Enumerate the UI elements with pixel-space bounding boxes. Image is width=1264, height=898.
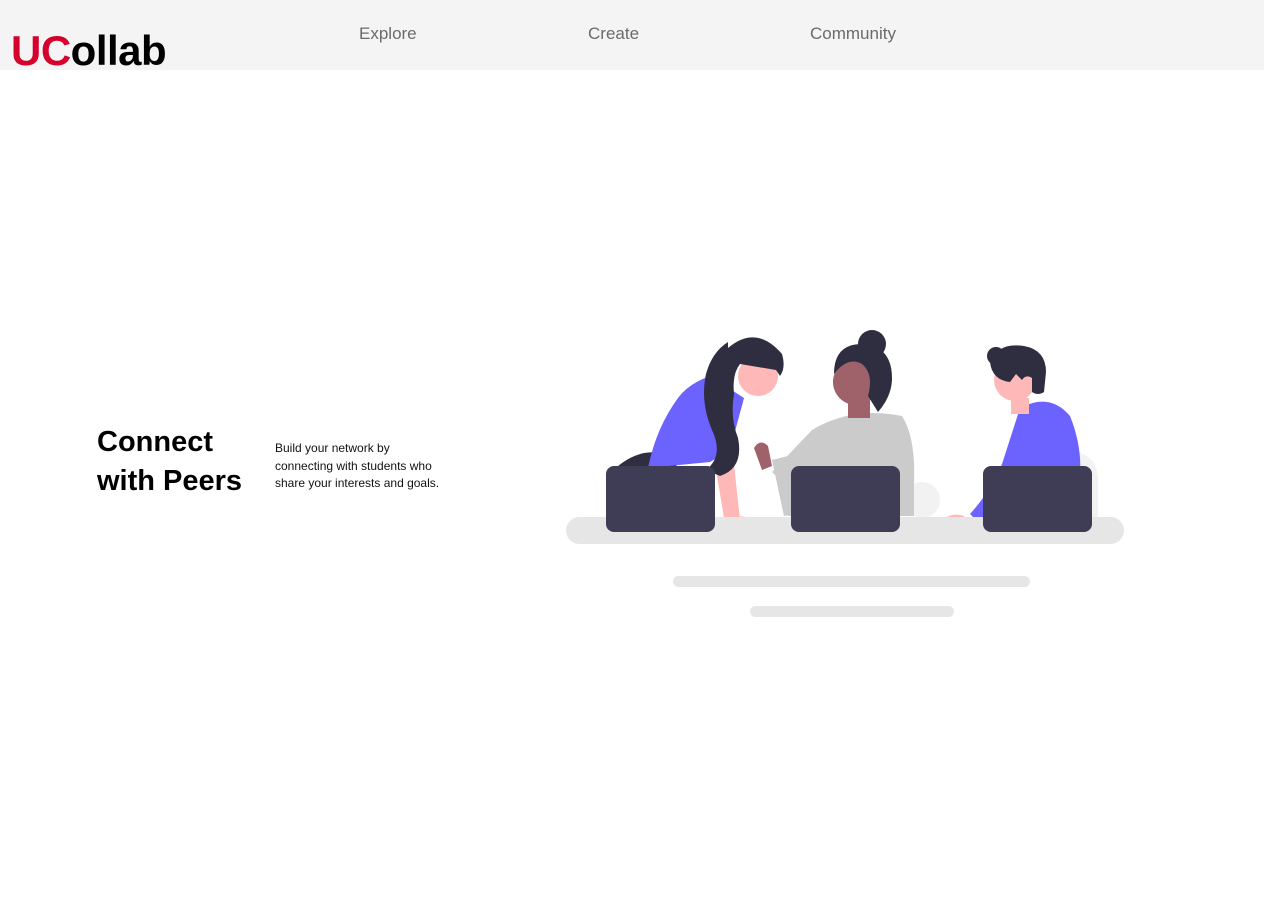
nav-explore-link[interactable]: Explore — [359, 23, 417, 45]
nav-create-link[interactable]: Create — [588, 23, 639, 45]
logo-accent: UC — [11, 27, 71, 74]
laptop-left — [606, 466, 715, 532]
laptop-middle — [791, 466, 900, 532]
laptop-right — [983, 466, 1092, 532]
placeholder-line — [673, 576, 1030, 587]
hero-title: Connect with Peers — [97, 426, 243, 497]
logo-rest: ollab — [70, 27, 167, 74]
people-collaborating-illustration — [566, 330, 1124, 617]
ucollab-logo[interactable]: UCollab — [11, 27, 167, 75]
nav-community-link[interactable]: Community — [810, 23, 896, 45]
hero-description: Build your network by connecting with st… — [275, 441, 440, 490]
placeholder-line — [750, 606, 954, 617]
top-navigation-bar: UCollab Explore Create Community — [0, 0, 1264, 74]
